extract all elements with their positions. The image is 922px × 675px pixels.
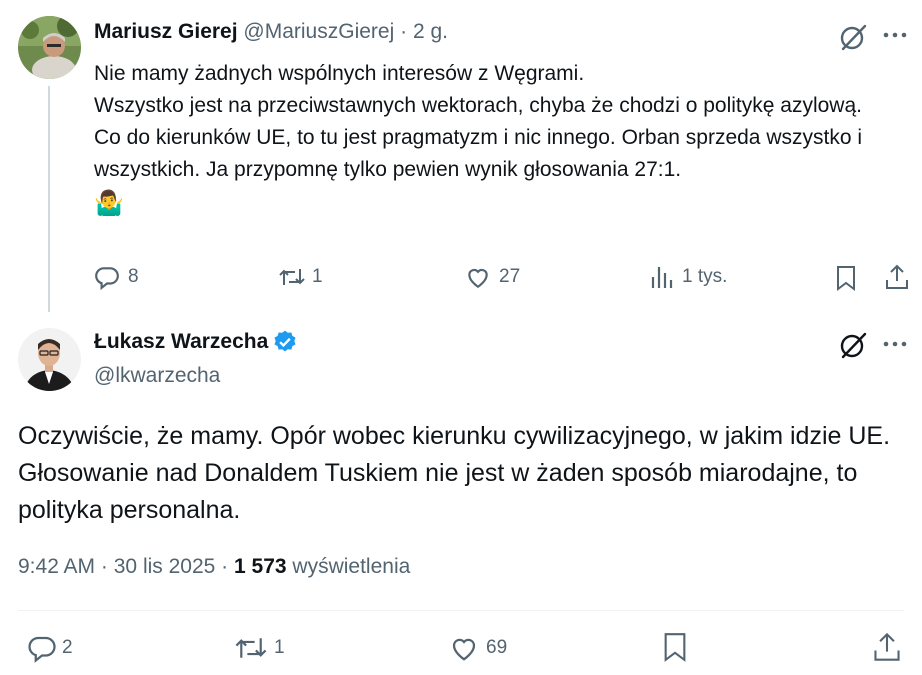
timestamp[interactable]: 2 g.: [413, 20, 448, 43]
more-button[interactable]: [882, 22, 908, 48]
bookmark-icon: [837, 266, 855, 291]
divider: [18, 610, 904, 611]
share-icon: [874, 632, 900, 661]
separator: ·: [221, 555, 229, 578]
shrug-emoji: 🤷‍♂️: [94, 190, 124, 217]
reply-icon: [95, 267, 119, 290]
author-handle[interactable]: @MariuszGierej: [243, 20, 394, 43]
reply-icon: [28, 636, 56, 663]
separator: ·: [400, 20, 408, 43]
avatar[interactable]: [18, 16, 81, 79]
author-handle[interactable]: @lkwarzecha: [94, 364, 220, 388]
more-icon: [883, 32, 907, 38]
share-icon: [886, 264, 908, 289]
repost-icon: [279, 269, 305, 285]
thread-connector-line: [48, 86, 50, 312]
reply-button[interactable]: 2: [26, 633, 73, 663]
repost-button[interactable]: 1: [278, 264, 323, 290]
main-tweet-text: Oczywiście, że mamy. Opór wobec kierunku…: [18, 422, 891, 524]
views-button[interactable]: 1 tys.: [650, 264, 727, 290]
author-name[interactable]: Łukasz Warzecha: [94, 330, 268, 354]
views-label: wyświetlenia: [292, 555, 411, 578]
like-icon: [452, 638, 476, 661]
like-count: 27: [499, 266, 521, 287]
like-count: 69: [486, 637, 508, 658]
author-name[interactable]: Mariusz Gierej: [94, 20, 238, 43]
reply-count: 2: [62, 637, 73, 658]
tweet-time[interactable]: 9:42 AM: [18, 555, 95, 578]
repost-count: 1: [312, 266, 323, 287]
reply-tweet-header: Mariusz Gierej @MariuszGierej · 2 g.: [94, 20, 448, 44]
grok-icon: [840, 332, 867, 359]
share-button[interactable]: [884, 263, 910, 291]
like-button[interactable]: 27: [465, 264, 520, 290]
more-icon: [883, 341, 907, 347]
reply-count: 8: [128, 266, 139, 287]
views-icon: [651, 267, 673, 288]
repost-button[interactable]: 1: [234, 633, 285, 663]
more-button[interactable]: [882, 331, 908, 357]
tweet-date[interactable]: 30 lis 2025: [114, 555, 216, 578]
views-total: 1 573: [234, 555, 287, 578]
share-button[interactable]: [872, 630, 902, 664]
repost-icon: [235, 638, 267, 658]
bookmark-button[interactable]: [661, 630, 689, 664]
bookmark-icon: [664, 633, 686, 662]
bookmark-button[interactable]: [834, 264, 858, 292]
text-line: Co do kierunków UE, to tu jest pragmatyz…: [94, 126, 862, 181]
separator: ·: [100, 555, 108, 578]
views-count: 1 tys.: [682, 266, 728, 287]
grok-button[interactable]: [838, 330, 868, 360]
repost-count: 1: [274, 637, 285, 658]
grok-button[interactable]: [838, 22, 868, 52]
text-line: Nie mamy żadnych wspólnych interesów z W…: [94, 62, 585, 85]
reply-tweet-text: Nie mamy żadnych wspólnych interesów z W…: [94, 58, 894, 221]
grok-icon: [840, 24, 867, 51]
like-button[interactable]: 69: [448, 633, 507, 663]
reply-button[interactable]: 8: [94, 264, 139, 290]
like-icon: [468, 268, 488, 289]
tweet-meta: 9:42 AM · 30 lis 2025 · 1 573 wyświetlen…: [18, 555, 410, 579]
text-line: Wszystko jest na przeciwstawnych wektora…: [94, 94, 862, 117]
verified-badge-icon: [274, 330, 296, 352]
main-tweet-author: Łukasz Warzecha: [94, 329, 298, 355]
avatar[interactable]: [18, 328, 81, 391]
